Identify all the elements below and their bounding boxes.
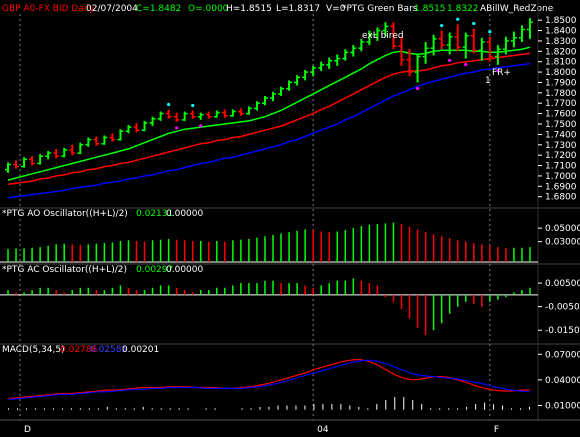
annotation-one: 1 bbox=[485, 76, 491, 86]
fractal-down-dot bbox=[175, 126, 179, 130]
annotation-exl-bired: exL bired bbox=[362, 31, 404, 41]
ac-tick-label: -0.00500 bbox=[545, 303, 580, 313]
macd-value-3: 0.00201 bbox=[122, 345, 159, 355]
low-label: L=1.8317 bbox=[276, 4, 320, 14]
price-tick-label: 1.8400 bbox=[545, 27, 577, 37]
study-label: *PTG Green Bars bbox=[342, 4, 418, 14]
price-tick-label: 1.8300 bbox=[545, 37, 577, 47]
ac-title: *PTG AC Oscillator((H+L)/2) bbox=[2, 265, 127, 275]
macd-tick-label: 0.07000 bbox=[545, 350, 580, 360]
fractal-down-dot bbox=[199, 124, 203, 128]
price-tick-label: 1.6900 bbox=[545, 182, 577, 192]
macd-tick-label: 0.01000 bbox=[545, 401, 580, 411]
price-tick-label: 1.7200 bbox=[545, 151, 577, 161]
price-tick-label: 1.6800 bbox=[545, 193, 577, 203]
price-tick-label: 1.7700 bbox=[545, 99, 577, 109]
chart-svg: GBP A0-FX BID Daily 02/07/2004 C=1.8482 … bbox=[0, 0, 580, 437]
open-label: O=.0000 bbox=[188, 4, 229, 14]
symbol-label: GBP A0-FX BID Daily bbox=[2, 4, 95, 14]
price-tick-label: 1.8200 bbox=[545, 47, 577, 57]
chart-container: GBP A0-FX BID Daily 02/07/2004 C=1.8482 … bbox=[0, 0, 580, 437]
high-label: H=1.8515 bbox=[226, 4, 272, 14]
price-tick-label: 1.8100 bbox=[545, 58, 577, 68]
ac-tick-label: -0.01500 bbox=[545, 326, 580, 336]
macd-tick-label: 0.04000 bbox=[545, 376, 580, 386]
fractal-down-dot bbox=[464, 62, 468, 67]
price-tick-label: 1.7600 bbox=[545, 110, 577, 120]
study2-label: ABillW_RedZone bbox=[480, 4, 554, 14]
close-label: C=1.8482 bbox=[136, 4, 181, 14]
price-tick-label: 1.8500 bbox=[545, 16, 577, 26]
price-tick-label: 1.7300 bbox=[545, 141, 577, 151]
ao-tick-label: 0.03000 bbox=[545, 238, 580, 248]
fractal-up-dot bbox=[191, 103, 195, 108]
fractal-up-dot bbox=[440, 23, 444, 28]
fractal-up-dot bbox=[488, 30, 492, 34]
price-tick-label: 1.7000 bbox=[545, 172, 577, 182]
ac-axis-ticks: 0.00500 -0.00500 -0.01500 bbox=[538, 279, 580, 336]
price-tick-label: 1.8000 bbox=[545, 68, 577, 78]
x-tick-label: D bbox=[24, 425, 31, 435]
price-tick-label: 1.7800 bbox=[545, 89, 577, 99]
study-value-2: 1.8322 bbox=[447, 4, 479, 14]
ao-title: *PTG AO Oscillator((H+L)/2) bbox=[2, 209, 128, 219]
date-label: 02/07/2004 bbox=[86, 4, 138, 14]
macd-axis-ticks: 0.07000 0.04000 0.01000 bbox=[538, 350, 580, 411]
fractal-up-dot bbox=[472, 21, 476, 26]
price-tick-label: 1.7400 bbox=[545, 130, 577, 140]
ac-tick-label: 0.00500 bbox=[545, 279, 580, 289]
macd-title: MACD(5,34,5) bbox=[2, 345, 65, 355]
fractal-up-dot bbox=[456, 17, 460, 21]
fractal-down-dot bbox=[415, 86, 420, 91]
price-tick-label: 1.7500 bbox=[545, 120, 577, 130]
ao-tick-label: 0.05000 bbox=[545, 224, 580, 234]
x-tick-label: 04 bbox=[317, 425, 329, 435]
x-tick-label: F bbox=[494, 425, 499, 435]
price-tick-label: 1.7100 bbox=[545, 162, 577, 172]
ac-value-2: 0.00000 bbox=[166, 265, 203, 275]
price-tick-label: 1.7900 bbox=[545, 78, 577, 88]
study-value-1: 1.8515 bbox=[414, 4, 446, 14]
annotation-fr: FR+ bbox=[492, 68, 511, 78]
fractal-up-dot bbox=[167, 102, 171, 107]
fractal-down-dot bbox=[448, 58, 452, 63]
ao-value-2: 0.00000 bbox=[166, 209, 203, 219]
